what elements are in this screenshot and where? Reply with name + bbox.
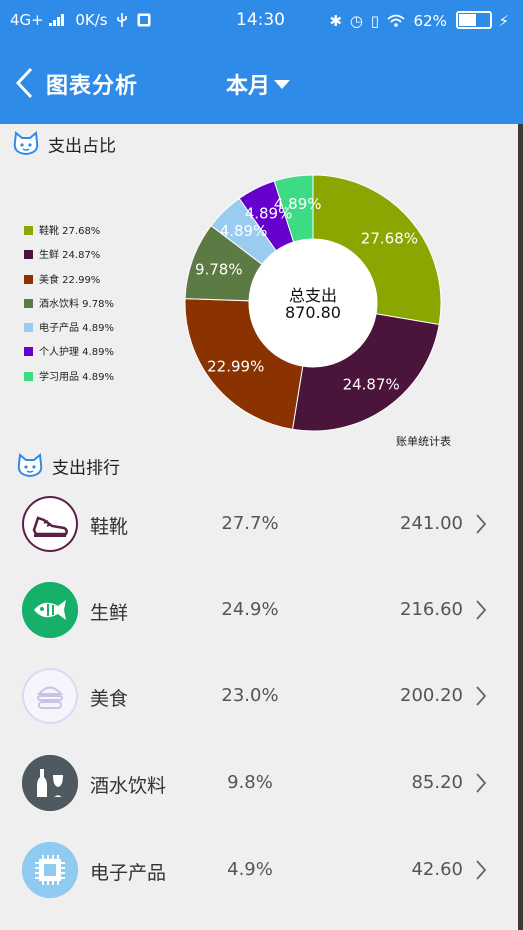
vibrate-icon: ▯ <box>370 12 379 30</box>
notification-icon <box>137 13 151 27</box>
back-button[interactable] <box>12 66 40 100</box>
drinks-icon <box>22 755 78 811</box>
ranking-category-name: 酒水饮料 <box>90 775 167 797</box>
legend-label: 生鲜 24.87% <box>39 250 101 262</box>
legend-label: 个人护理 4.89% <box>39 347 114 359</box>
ranking-amount: 216.60 <box>400 599 463 620</box>
chip-icon <box>22 842 78 898</box>
chevron-right-icon <box>476 514 487 534</box>
cat-face-icon <box>17 453 43 478</box>
legend-label: 鞋靴 27.68% <box>39 226 101 237</box>
pie-slice-label: 4.89% <box>274 195 322 213</box>
sneaker-icon <box>22 496 78 552</box>
status-bar-left: 4G+ 0K/s <box>10 11 151 29</box>
ranking-percent: 27.7% <box>221 513 279 534</box>
pie-slice-label: 4.89% <box>220 222 268 240</box>
legend-item: 鞋靴 27.68% <box>24 225 114 249</box>
clock: 14:30 <box>236 10 285 30</box>
ranking-row[interactable]: 美食 23.0% 200.20 <box>0 654 523 740</box>
ranking-category-name: 生鲜 <box>90 602 129 624</box>
legend-label: 美食 22.99% <box>39 274 101 286</box>
charging-icon: ⚡ <box>498 12 509 30</box>
caret-down-icon <box>274 80 291 89</box>
ranking-percent: 24.9% <box>221 599 279 620</box>
legend-label: 酒水饮料 9.78% <box>39 298 114 310</box>
ranking-category-name: 鞋靴 <box>90 516 129 538</box>
legend-item: 学习用品 4.89% <box>24 371 114 395</box>
app-header: 图表分析 本月 <box>0 42 523 124</box>
legend-item: 生鲜 24.87% <box>24 249 114 273</box>
ranking-amount: 85.20 <box>411 772 463 793</box>
share-section-title: 支出占比 <box>48 136 116 157</box>
network-speed: 0K/s <box>75 11 108 29</box>
pie-slice-label: 9.78% <box>195 260 243 278</box>
chevron-right-icon <box>476 860 487 880</box>
ranking-percent: 4.9% <box>227 859 273 880</box>
chevron-left-icon <box>15 67 33 99</box>
ranking-category-name: 美食 <box>90 688 129 710</box>
legend-swatch <box>24 274 33 284</box>
wifi-icon <box>387 14 405 27</box>
chevron-right-icon <box>476 773 487 793</box>
legend-swatch <box>24 347 33 357</box>
ranking-amount: 200.20 <box>400 685 463 706</box>
period-dropdown[interactable]: 本月 <box>226 68 291 100</box>
ranking-amount: 241.00 <box>400 513 463 534</box>
status-bar: 4G+ 0K/s 14:30 ✱ ◷ ▯ 62% ⚡ <box>0 0 523 42</box>
pie-slice-label: 22.99% <box>207 357 264 375</box>
chart-caption: 账单统计表 <box>396 435 451 448</box>
ranking-category-name: 电子产品 <box>90 862 167 884</box>
legend-item: 电子产品 4.89% <box>24 322 114 346</box>
legend-item: 个人护理 4.89% <box>24 346 114 370</box>
chart-legend: 鞋靴 27.68% 生鲜 24.87% 美食 22.99% 酒水饮料 9.78% 电子产… <box>24 225 114 395</box>
ranking-section-header: 支出排行 <box>16 453 120 479</box>
screen-edge <box>518 124 523 930</box>
legend-swatch <box>24 250 33 260</box>
share-section-header: 支出占比 <box>12 131 116 157</box>
ranking-row[interactable]: 生鲜 24.9% 216.60 <box>0 568 523 654</box>
legend-swatch <box>24 323 33 333</box>
legend-item: 美食 22.99% <box>24 274 114 298</box>
pie-slice-label: 27.68% <box>361 229 418 247</box>
battery-fill <box>458 14 477 26</box>
fish-icon <box>22 582 78 638</box>
page-title: 图表分析 <box>46 74 139 99</box>
cat-face-icon <box>13 131 39 156</box>
ranking-row[interactable]: 酒水饮料 9.8% 85.20 <box>0 741 523 827</box>
bluetooth-icon: ✱ <box>329 12 343 30</box>
status-bar-right: ✱ ◷ ▯ 62% ⚡ <box>329 11 509 30</box>
network-type: 4G+ <box>10 11 44 29</box>
ranking-percent: 9.8% <box>227 772 273 793</box>
legend-swatch <box>24 298 33 308</box>
chevron-right-icon <box>476 600 487 620</box>
ranking-section-title: 支出排行 <box>52 458 120 479</box>
chevron-right-icon <box>476 686 487 706</box>
usb-icon <box>117 13 128 27</box>
ranking-amount: 42.60 <box>411 859 463 880</box>
legend-label: 学习用品 4.89% <box>39 371 114 383</box>
alarm-icon: ◷ <box>349 12 363 30</box>
ranking-row[interactable]: 电子产品 4.9% 42.60 <box>0 828 523 914</box>
ranking-percent: 23.0% <box>221 685 279 706</box>
total-expense-value: 870.80 <box>285 303 341 322</box>
legend-label: 电子产品 4.89% <box>39 323 114 335</box>
legend-swatch <box>24 226 33 235</box>
burger-icon <box>22 668 78 724</box>
legend-swatch <box>24 371 33 381</box>
ranking-row[interactable]: 鞋靴 27.7% 241.00 <box>0 482 523 568</box>
pie-slice-label: 24.87% <box>343 375 400 393</box>
legend-item: 酒水饮料 9.78% <box>24 298 114 322</box>
period-label: 本月 <box>226 74 271 99</box>
battery-icon <box>455 11 492 29</box>
signal-icon <box>48 14 64 26</box>
battery-percent: 62% <box>413 12 447 30</box>
